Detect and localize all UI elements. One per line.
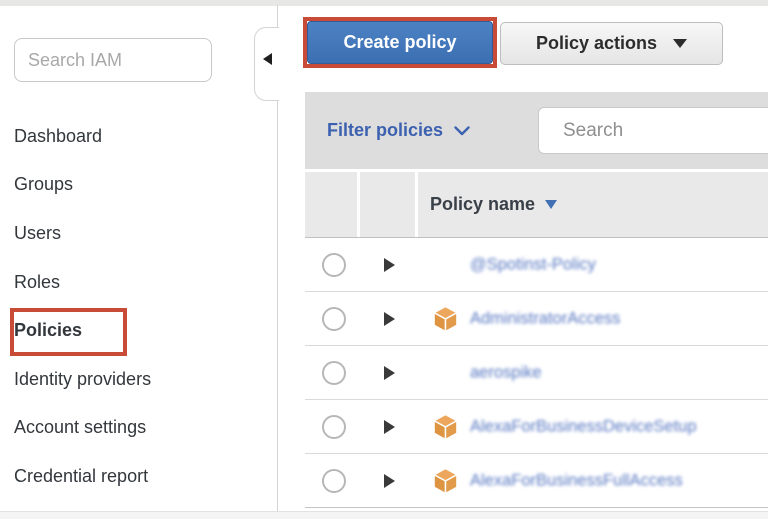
sidebar-item-label: Users [14,223,61,244]
sidebar-item-label: Dashboard [14,126,102,147]
sort-descending-icon [545,200,557,209]
policy-name-link[interactable]: AdministratorAccess [470,309,620,328]
filter-policies-label: Filter policies [327,120,443,141]
triangle-left-icon [263,53,272,65]
sidebar-item-groups[interactable]: Groups [14,161,244,210]
policy-name-link[interactable]: AlexaForBusinessDeviceSetup [470,417,697,436]
table-row: @Spotinst-Policy [305,238,768,292]
policy-radio-button[interactable] [322,253,346,277]
sidebar-item-account-settings[interactable]: Account settings [14,404,244,453]
aws-managed-policy-icon [433,467,458,494]
sidebar-item-label: Account settings [14,417,146,438]
policy-search-input[interactable] [561,119,768,143]
sidebar-item-label: Policies [14,320,82,341]
policy-radio-button[interactable] [322,469,346,493]
expand-row-icon[interactable] [384,258,395,272]
caret-down-icon [673,39,687,48]
expand-row-icon[interactable] [384,474,395,488]
sidebar-item-label: Identity providers [14,369,151,390]
table-row: AdministratorAccess [305,292,768,346]
sidebar-item-label: Credential report [14,466,148,487]
sidebar-item-label: Roles [14,272,60,293]
sidebar-collapse-button[interactable] [254,27,279,101]
policy-radio-button[interactable] [322,415,346,439]
sidebar-item-roles[interactable]: Roles [14,258,244,307]
policy-name-header-label: Policy name [430,194,535,215]
expand-row-icon[interactable] [384,312,395,326]
policy-actions-button[interactable]: Policy actions [500,22,723,65]
sidebar-nav: Dashboard Groups Users Roles Policies Id… [14,112,244,501]
filter-policies-dropdown[interactable]: Filter policies [327,92,470,169]
create-policy-button[interactable]: Create policy [307,21,493,64]
sidebar-item-credential-report[interactable]: Credential report [14,452,244,501]
chevron-down-icon [454,126,470,136]
policy-radio-button[interactable] [322,307,346,331]
table-row: AlexaForBusinessFullAccess [305,454,768,508]
sidebar-item-dashboard[interactable]: Dashboard [14,112,244,161]
policy-actions-label: Policy actions [536,33,657,54]
sidebar-item-policies[interactable]: Policies [14,306,244,355]
policy-name-column-header[interactable]: Policy name [430,172,557,237]
sidebar-item-users[interactable]: Users [14,209,244,258]
policy-search-box [538,107,768,154]
policy-radio-button[interactable] [322,361,346,385]
expand-row-icon[interactable] [384,366,395,380]
sidebar-item-label: Groups [14,174,73,195]
policy-name-link[interactable]: AlexaForBusinessFullAccess [470,471,683,490]
policies-table-panel: Filter policies Policy name [305,92,768,503]
expand-row-icon[interactable] [384,420,395,434]
policy-name-link[interactable]: @Spotinst-Policy [470,255,596,274]
search-iam-input[interactable] [14,38,212,82]
sidebar-item-identity-providers[interactable]: Identity providers [14,355,244,404]
policy-rows: @Spotinst-Policy AdministratorAccess aer… [305,238,768,508]
screenshot-top-edge [0,0,768,6]
aws-managed-policy-icon [433,413,458,440]
filter-bar: Filter policies [305,92,768,169]
policy-name-link[interactable]: aerospike [470,363,542,382]
table-row: AlexaForBusinessDeviceSetup [305,400,768,454]
table-row: aerospike [305,346,768,400]
table-header-row: Policy name [305,172,768,238]
aws-managed-policy-icon [433,305,458,332]
column-divider [415,172,418,237]
column-divider [357,172,360,237]
